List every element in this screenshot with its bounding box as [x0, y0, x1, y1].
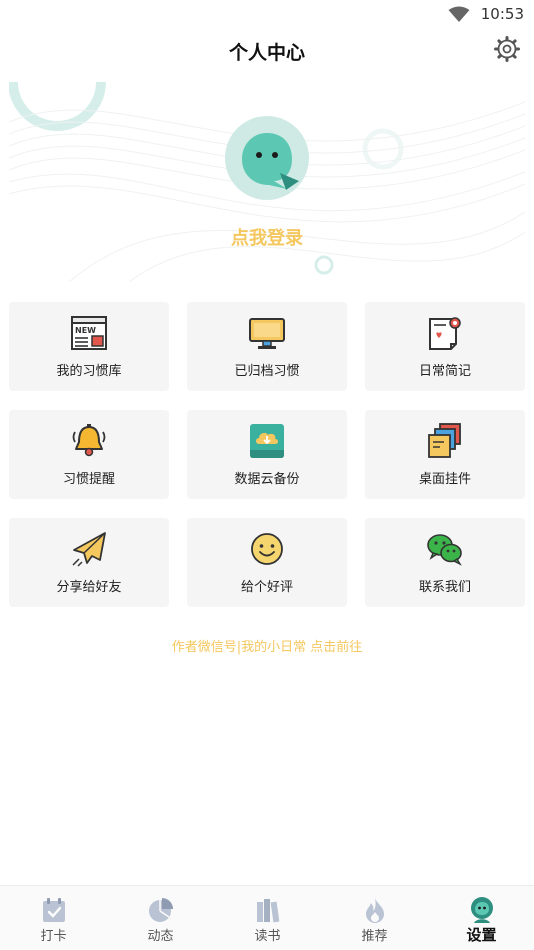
menu-label: 给个好评 [240, 580, 293, 595]
menu-label: 联系我们 [418, 580, 471, 595]
status-time: 10:53 [480, 5, 524, 23]
cloud-backup-icon [250, 424, 284, 458]
tab-label: 推荐 [361, 929, 388, 944]
menu-share-friends[interactable]: 分享给好友 [9, 518, 169, 607]
tab-label: 设置 [466, 926, 497, 944]
menu-label: 分享给好友 [56, 580, 122, 595]
menu-label: 已归档习惯 [234, 364, 300, 379]
author-wechat-link[interactable]: 作者微信号|我的小日常 点击前往 [0, 636, 534, 655]
monitor-icon [249, 318, 285, 349]
tab-activity[interactable]: 动态 [107, 886, 214, 950]
books-icon [257, 899, 280, 923]
page-title: 个人中心 [228, 42, 305, 64]
tab-checkin[interactable]: 打卡 [0, 886, 107, 950]
menu-label: 我的习惯库 [56, 364, 122, 379]
tab-label: 动态 [147, 929, 174, 944]
tab-recommend[interactable]: 推荐 [321, 886, 428, 950]
svg-text:NEW: NEW [75, 326, 96, 335]
paper-plane-icon [72, 532, 106, 567]
menu-label: 习惯提醒 [62, 472, 115, 487]
menu-daily-notes[interactable]: 日常简记 [365, 302, 525, 391]
gear-icon[interactable] [494, 36, 520, 62]
menu-archived-habits[interactable]: 已归档习惯 [187, 302, 347, 391]
tab-label: 打卡 [40, 929, 67, 944]
login-link[interactable]: 点我登录 [0, 224, 534, 250]
tab-settings[interactable]: 设置 [428, 886, 534, 950]
smiley-icon [251, 533, 283, 565]
status-bar: 10:53 [0, 0, 534, 30]
menu-habit-reminder[interactable]: 习惯提醒 [9, 410, 169, 499]
menu-my-habits[interactable]: NEW 我的习惯库 [9, 302, 169, 391]
menu-rate-app[interactable]: 给个好评 [187, 518, 347, 607]
sticky-notes-icon [428, 423, 461, 458]
diary-note-icon [429, 317, 461, 350]
pie-chart-icon [149, 898, 173, 922]
bottom-tab-bar: 打卡 动态 读书 推荐 设置 [0, 885, 534, 950]
flame-icon [366, 898, 384, 923]
wifi-icon [448, 6, 470, 22]
tab-label: 读书 [254, 929, 281, 944]
news-icon: NEW [71, 316, 107, 350]
menu-label: 桌面挂件 [418, 472, 471, 487]
menu-contact-us[interactable]: 联系我们 [365, 518, 525, 607]
wechat-icon [427, 534, 462, 566]
menu-desktop-widget[interactable]: 桌面挂件 [365, 410, 525, 499]
menu-label: 数据云备份 [234, 472, 300, 487]
menu-label: 日常简记 [418, 364, 471, 379]
mascot-avatar-icon[interactable] [224, 115, 310, 201]
profile-icon [471, 897, 493, 923]
calendar-check-icon [43, 898, 65, 922]
title-bar: 个人中心 [0, 30, 534, 72]
tab-reading[interactable]: 读书 [214, 886, 321, 950]
menu-cloud-backup[interactable]: 数据云备份 [187, 410, 347, 499]
bell-icon [72, 424, 106, 457]
